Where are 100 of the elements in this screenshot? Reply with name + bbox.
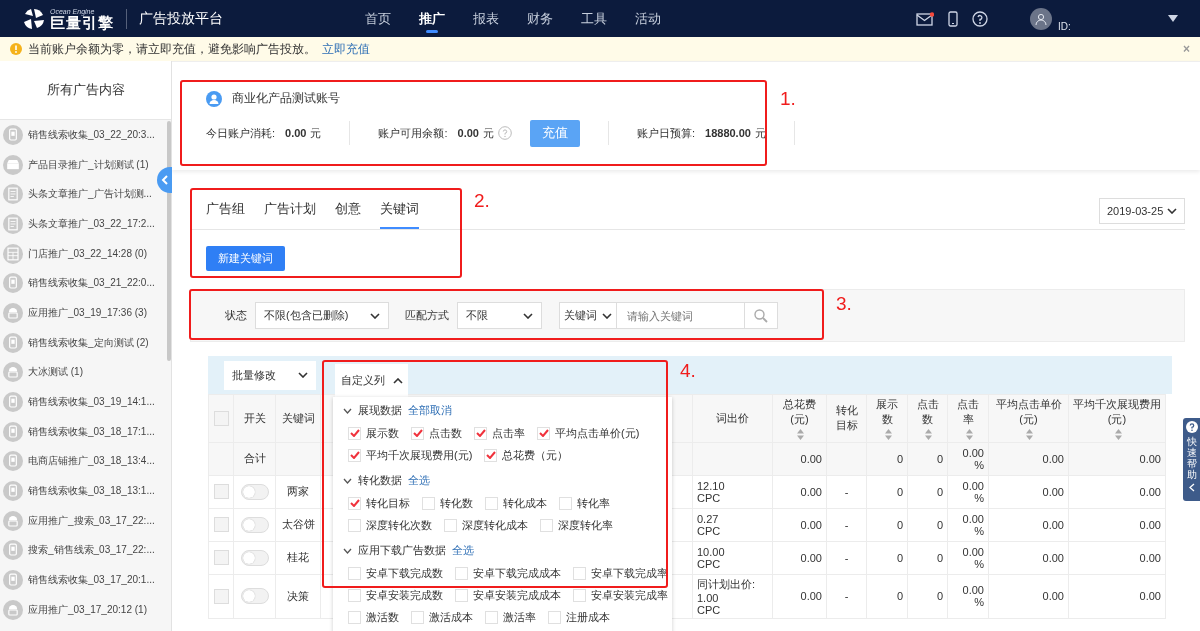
batch-edit-select[interactable]: 批量修改 <box>224 360 316 390</box>
option-label: 转化成本 <box>503 495 547 511</box>
scope-select[interactable]: 关键词 <box>559 302 617 329</box>
checkbox[interactable] <box>348 518 361 532</box>
robot-icon <box>3 362 23 383</box>
custom-columns-button[interactable]: 自定义列 <box>335 364 408 397</box>
checkbox[interactable] <box>455 588 468 602</box>
nav-tab[interactable]: 推广 <box>419 0 445 37</box>
phone-icon[interactable] <box>948 10 958 27</box>
checkbox[interactable] <box>348 566 361 580</box>
sort-icon[interactable] <box>965 428 973 440</box>
checkbox[interactable] <box>559 496 572 510</box>
nav-tab[interactable]: 首页 <box>365 0 391 37</box>
option-label: 点击率 <box>492 425 525 441</box>
search-field[interactable]: 请输入关键词 <box>617 302 744 329</box>
sidebar-item[interactable]: 头条文章推广_广告计划测... <box>0 179 156 210</box>
checkbox[interactable] <box>213 410 229 426</box>
checkbox[interactable] <box>348 448 361 462</box>
help-icon[interactable] <box>972 10 988 27</box>
toggle-switch[interactable] <box>240 516 269 533</box>
checkbox[interactable] <box>213 550 229 566</box>
sidebar-item[interactable]: 应用推广_03_19_17:36 (3) <box>0 298 156 328</box>
sidebar-item[interactable]: 销售线索收集_03_19_14:1... <box>0 387 156 417</box>
sidebar-item[interactable]: 电商店铺推广_03_18_13:4... <box>0 446 156 477</box>
checkbox[interactable] <box>422 496 435 510</box>
checkbox[interactable] <box>444 518 457 532</box>
checkbox[interactable] <box>411 610 424 624</box>
select-all-link[interactable]: 全部取消 <box>408 403 452 418</box>
checkbox[interactable] <box>348 610 361 624</box>
check-icon <box>412 429 423 437</box>
checkbox[interactable] <box>484 448 498 462</box>
sidebar-item[interactable]: 销售线索收集_03_18_13:1... <box>0 476 156 506</box>
check-icon <box>485 451 496 459</box>
nav-tab[interactable]: 活动 <box>635 0 661 37</box>
sort-icon[interactable] <box>1026 428 1033 440</box>
date-select[interactable]: 2019-03-25 <box>1099 198 1185 224</box>
checkbox[interactable] <box>537 426 550 440</box>
checkbox[interactable] <box>573 588 586 602</box>
checkbox[interactable] <box>548 610 561 624</box>
checkbox[interactable] <box>213 588 229 604</box>
new-keyword-button[interactable]: 新建关键词 <box>206 246 285 271</box>
status-select[interactable]: 不限(包含已删除) <box>255 302 389 329</box>
toggle-switch[interactable] <box>240 483 269 500</box>
nav-tab[interactable]: 工具 <box>581 0 607 37</box>
checkbox[interactable] <box>411 426 424 440</box>
sort-icon[interactable] <box>884 428 892 440</box>
checkbox[interactable] <box>474 426 487 440</box>
user-id-label: ID: <box>1058 20 1072 32</box>
sidebar-item[interactable]: 销售线索收集_03_17_20:1... <box>0 565 156 595</box>
checkbox[interactable] <box>485 610 498 624</box>
chevron-icon[interactable] <box>343 547 352 554</box>
sidebar-item[interactable]: 门店推广_03_22_14:28 (0) <box>0 238 156 269</box>
chevron-icon[interactable] <box>343 407 352 414</box>
avatar[interactable] <box>1030 7 1052 30</box>
checkbox[interactable] <box>573 566 586 580</box>
checkbox[interactable] <box>485 496 498 510</box>
tab[interactable]: 创意 <box>335 201 361 229</box>
toggle-switch[interactable] <box>240 549 269 566</box>
select-all-link[interactable]: 全选 <box>408 473 430 488</box>
column-header[interactable]: 开关 <box>243 410 266 426</box>
caret-down-icon[interactable] <box>1168 15 1178 22</box>
sidebar-item[interactable]: 销售线索收集_03_18_17:1... <box>0 416 156 447</box>
tab[interactable]: 广告计划 <box>264 201 316 229</box>
mail-icon[interactable] <box>916 11 934 26</box>
search-button[interactable] <box>744 302 778 329</box>
nav-tab[interactable]: 财务 <box>527 0 553 37</box>
toggle-switch[interactable] <box>240 588 269 605</box>
check-icon <box>538 429 549 437</box>
sidebar-item[interactable]: 应用推广_03_17_20:12 (1) <box>0 595 156 625</box>
sort-icon[interactable] <box>797 428 804 440</box>
recharge-link[interactable]: 立即充值 <box>322 40 370 58</box>
chevron-icon[interactable] <box>343 477 352 484</box>
select-all-link[interactable]: 全选 <box>452 543 474 558</box>
sidebar-item[interactable]: 应用推广_搜索_03_17_22:... <box>0 505 156 536</box>
tab[interactable]: 关键词 <box>380 201 419 229</box>
sort-icon[interactable] <box>925 428 932 440</box>
sidebar-item[interactable]: 销售线索收集_03_21_22:0... <box>0 268 156 299</box>
quick-help-tab[interactable]: 快速帮助 <box>1183 418 1200 501</box>
tab[interactable]: 广告组 <box>206 201 245 229</box>
sidebar-item[interactable]: 产品目录推广_计划测试 (1) <box>0 149 156 180</box>
match-select[interactable]: 不限 <box>457 302 542 329</box>
checkbox[interactable] <box>540 518 553 532</box>
checkbox[interactable] <box>213 484 229 500</box>
checkbox[interactable] <box>213 517 229 533</box>
sidebar-item[interactable]: 销售线索收集_定向测试 (2) <box>0 327 156 358</box>
sort-icon[interactable] <box>1114 428 1122 440</box>
scrollbar[interactable] <box>167 121 171 361</box>
checkbox[interactable] <box>348 426 361 440</box>
phone-icon <box>3 481 23 502</box>
sidebar-item[interactable]: 搜索_销售线索_03_17_22:... <box>0 535 156 566</box>
checkbox[interactable] <box>455 566 468 580</box>
column-header[interactable]: 词出价 <box>716 410 749 426</box>
checkbox[interactable] <box>348 496 361 510</box>
sidebar-item[interactable]: 头条文章推广_03_22_17:2... <box>0 209 156 239</box>
checkbox[interactable] <box>348 588 361 602</box>
sidebar-item[interactable]: 销售线索收集_03_22_20:3... <box>0 120 156 150</box>
nav-tab[interactable]: 报表 <box>473 0 499 37</box>
sidebar-item[interactable]: 大冰测试 (1) <box>0 357 156 388</box>
table-cell: 0 <box>936 452 943 465</box>
table-cell: 0 <box>896 452 903 465</box>
